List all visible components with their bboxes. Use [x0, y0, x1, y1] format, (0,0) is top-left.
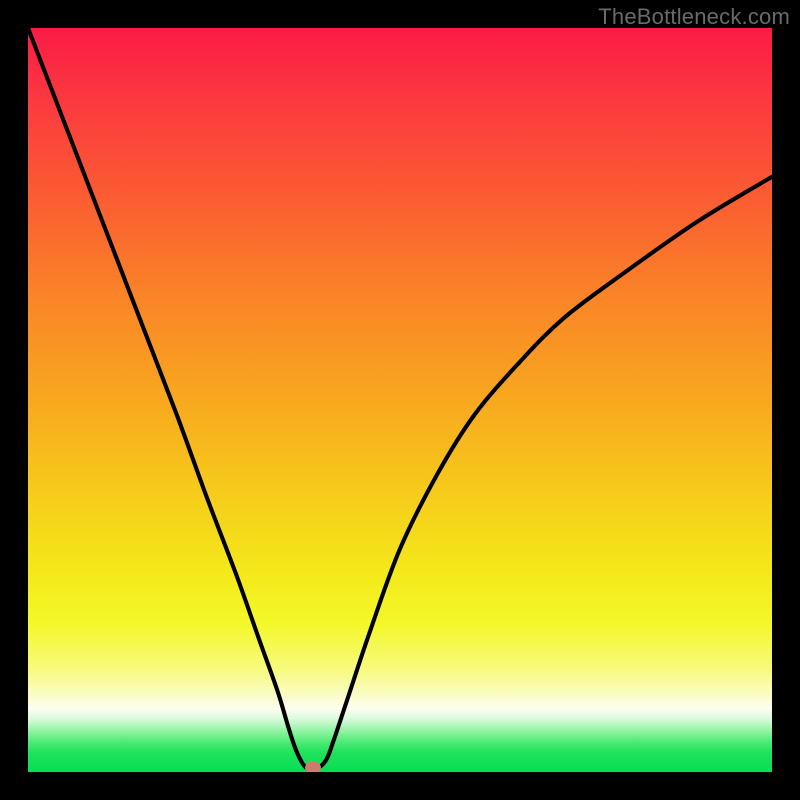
plot-area: [28, 28, 772, 772]
watermark-text: TheBottleneck.com: [598, 4, 790, 30]
curve-svg: [28, 28, 772, 772]
bottleneck-curve: [28, 28, 772, 771]
optimum-marker-icon: [305, 762, 321, 772]
chart-container: TheBottleneck.com: [0, 0, 800, 800]
